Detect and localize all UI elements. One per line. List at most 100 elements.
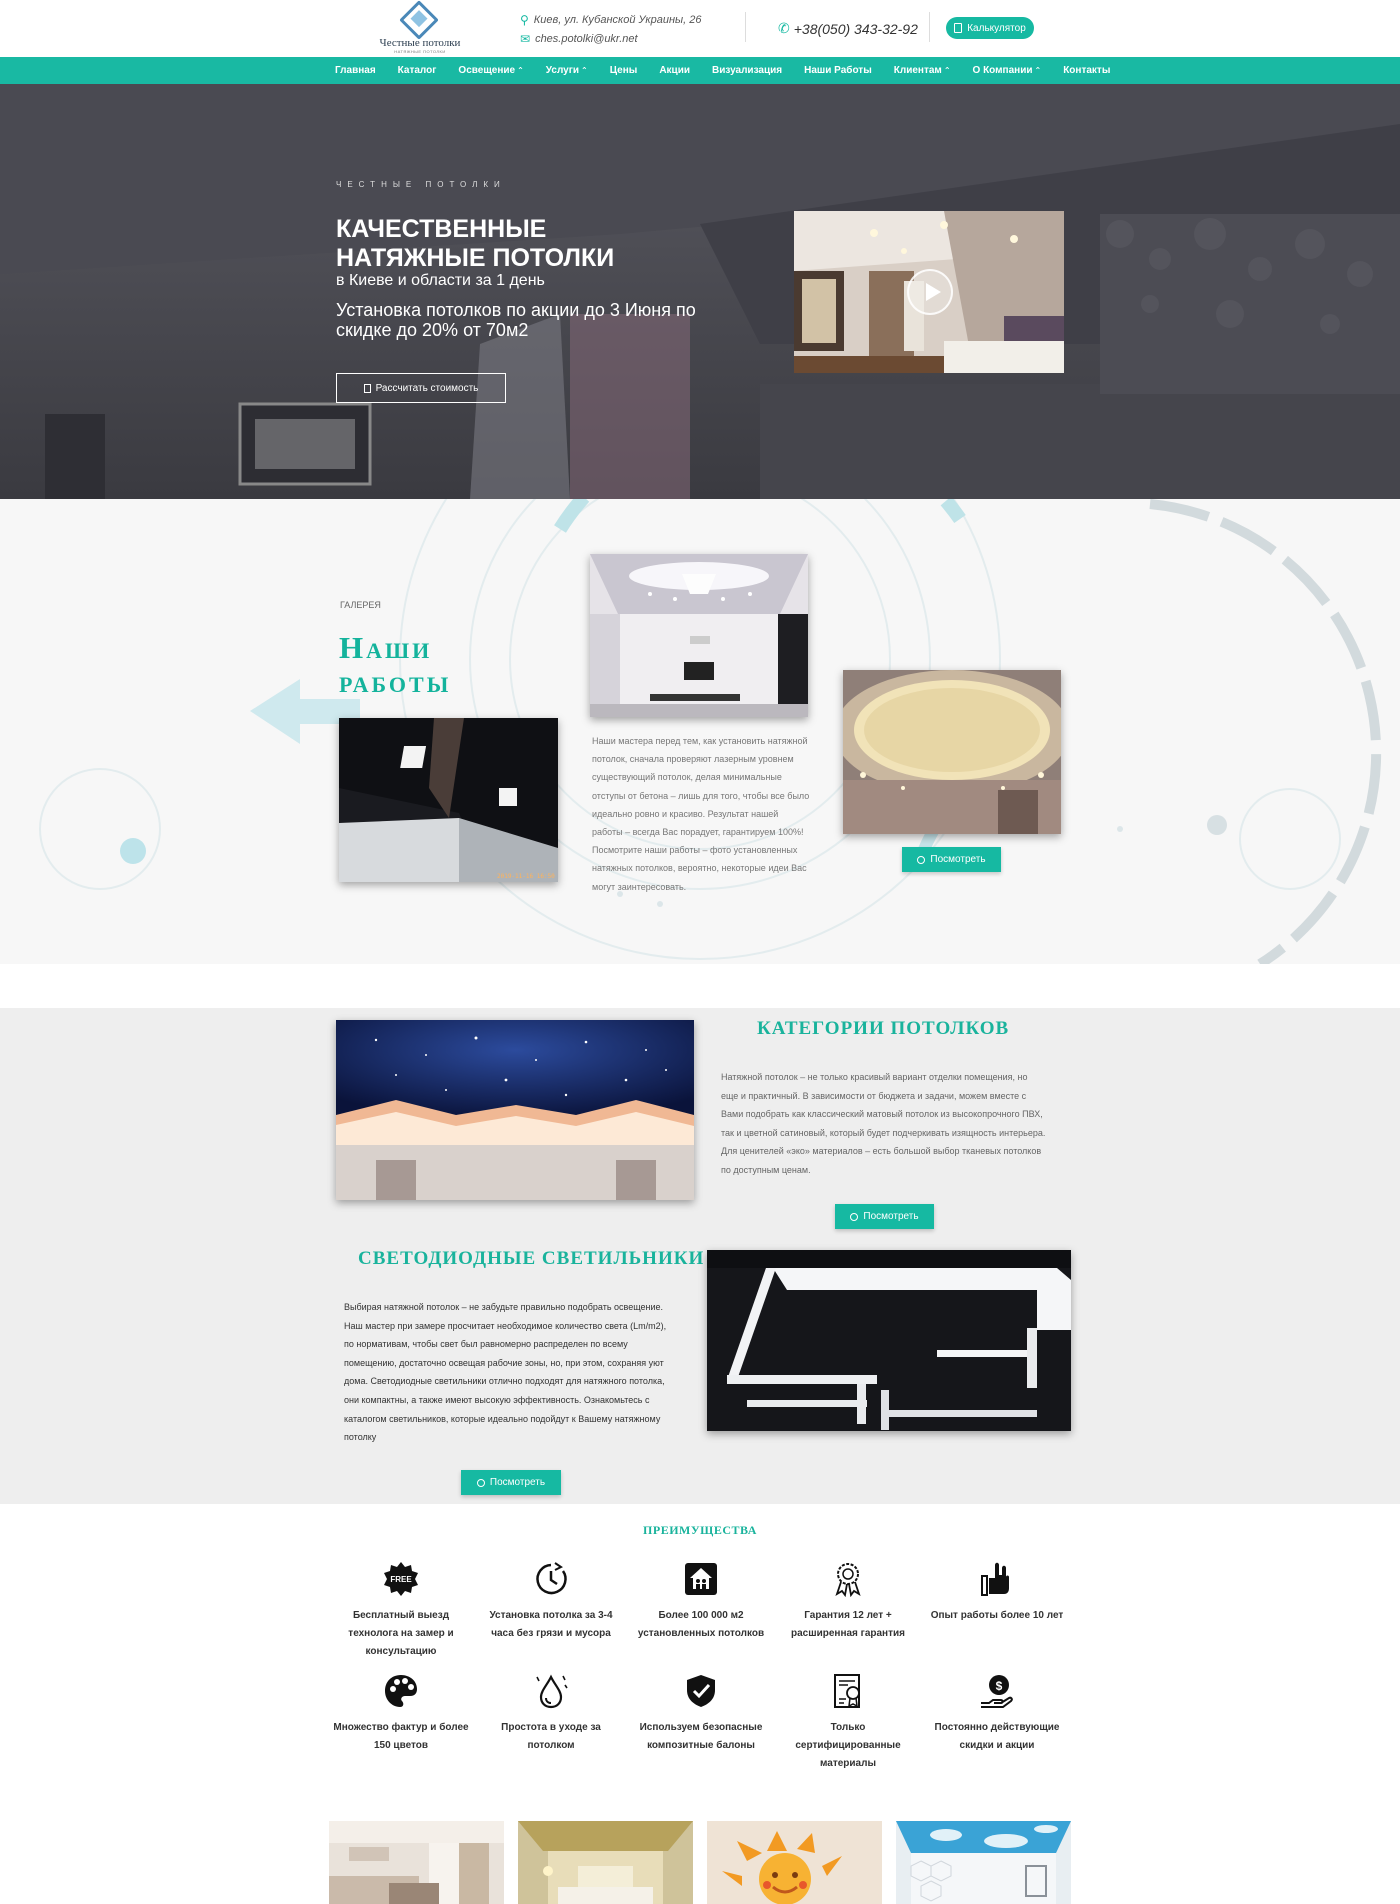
nav-item[interactable]: О Компании ⌃: [973, 65, 1042, 76]
nav-item-label: Визуализация: [712, 65, 783, 76]
gallery-photo-image: [843, 670, 1061, 834]
hero-section: ЧЕСТНЫЕ ПОТОЛКИ КАЧЕСТВЕННЫЕ НАТЯЖНЫЕ ПО…: [0, 84, 1400, 499]
advantage-item: Установка потолка за 3-4 часа без грязи …: [481, 1561, 621, 1643]
photo-timestamp: 2019-11-16 16:50: [497, 873, 555, 880]
hero-title: КАЧЕСТВЕННЫЕ НАТЯЖНЫЕ ПОТОЛКИ: [336, 215, 756, 273]
catalog-thumbnail-image: [896, 1821, 1071, 1904]
catalog-thumbnail[interactable]: [518, 1821, 693, 1904]
categories-view-button-label: Посмотреть: [863, 1211, 919, 1222]
email-text[interactable]: ches.potolki@ukr.net: [535, 33, 637, 45]
gallery-section: ГАЛЕРЕЯ Наши работы 2019-11-16 16:50 Наш…: [0, 499, 1400, 964]
catalog-thumbnail[interactable]: [896, 1821, 1071, 1904]
clock-icon: [481, 1561, 621, 1597]
free-badge-icon: FREE: [331, 1561, 471, 1597]
circle-icon: [476, 1478, 485, 1487]
led-photo-image: [707, 1250, 1071, 1431]
nav-item[interactable]: Акции: [659, 65, 690, 76]
calculator-button[interactable]: Калькулятор: [946, 17, 1034, 39]
nav-item[interactable]: Услуги ⌃: [546, 65, 588, 76]
phone-link[interactable]: ✆ +38(050) 343-32-92: [778, 20, 918, 37]
nav-item-label: Клиентам: [893, 65, 942, 76]
nav-item[interactable]: Визуализация: [712, 65, 782, 76]
nav-item[interactable]: Освещение ⌃: [458, 65, 523, 76]
catalog-thumbnail[interactable]: [329, 1821, 504, 1904]
shield-icon: [631, 1673, 771, 1709]
certificate-icon: [778, 1673, 918, 1709]
advantage-item: Множество фактур и более 150 цветов: [331, 1673, 471, 1755]
advantage-label: Простота в уходе за потолком: [501, 1722, 601, 1751]
calculator-button-label: Калькулятор: [967, 22, 1026, 34]
hero-kicker: ЧЕСТНЫЕ ПОТОЛКИ: [336, 180, 506, 189]
nav-item[interactable]: Клиентам ⌃: [894, 65, 951, 76]
nav-item-label: Наши Работы: [804, 65, 872, 76]
calculator-icon: [363, 383, 371, 393]
chevron-icon: ⌃: [581, 66, 588, 75]
advantage-item: Гарантия 12 лет + расширенная гарантия: [778, 1561, 918, 1643]
gallery-photo[interactable]: 2019-11-16 16:50: [339, 718, 558, 882]
catalog-thumbnail[interactable]: [707, 1821, 882, 1904]
gallery-text: Наши мастера перед тем, как установить н…: [592, 736, 810, 892]
award-icon: [778, 1561, 918, 1597]
advantage-item: Опыт работы более 10 лет: [927, 1561, 1067, 1625]
email-line[interactable]: ✉ ches.potolki@ukr.net: [520, 32, 638, 46]
nav-item-label: Контакты: [1063, 65, 1111, 76]
gallery-view-button[interactable]: Посмотреть: [902, 847, 1001, 872]
chevron-icon: ⌃: [517, 66, 524, 75]
advantage-label: Используем безопасные композитные балоны: [639, 1722, 763, 1751]
hero-promo: Установка потолков по акции до 3 Июня по…: [336, 300, 696, 340]
nav-item[interactable]: Главная: [335, 65, 376, 76]
chevron-icon: ⌃: [943, 66, 951, 75]
play-icon[interactable]: [907, 269, 953, 315]
phone-text[interactable]: +38(050) 343-32-92: [794, 21, 918, 37]
catalog-thumbnail-image: [707, 1821, 882, 1904]
nav-item-label: Главная: [335, 65, 376, 76]
calculate-cost-button[interactable]: Рассчитать стоимость: [336, 373, 506, 403]
gallery-title: Наши работы: [339, 631, 451, 699]
gallery-photo-image: 2019-11-16 16:50: [339, 718, 558, 882]
advantage-item: $ Постоянно действующие скидки и акции: [927, 1673, 1067, 1755]
header-divider: [929, 12, 930, 42]
address-line: ⚲ Киев, ул. Кубанской Украины, 26: [520, 13, 701, 27]
nav-item-label: О Компании: [972, 65, 1033, 76]
gallery-title-line: работы: [339, 664, 452, 699]
advantage-item: Более 100 000 м2 установленных потолков: [631, 1561, 771, 1643]
address-text: Киев, ул. Кубанской Украины, 26: [533, 14, 702, 26]
gallery-photo[interactable]: [843, 670, 1061, 834]
site-logo[interactable]: Честные потолки НАТЯЖНЫЕ ПОТОЛКИ: [370, 0, 470, 54]
hero-city: в Киеве и области за 1 день: [336, 272, 545, 289]
envelope-icon: ✉: [520, 32, 531, 46]
hero-video-player[interactable]: [794, 211, 1064, 373]
categories-view-button[interactable]: Посмотреть: [835, 1204, 934, 1229]
nav-item[interactable]: Каталог: [398, 65, 437, 76]
advantage-label: Гарантия 12 лет + расширенная гарантия: [791, 1610, 905, 1639]
led-photo[interactable]: [707, 1250, 1071, 1431]
logo-name: Честные потолки: [379, 37, 461, 49]
free-badge-text: FREE: [390, 1575, 412, 1584]
hero-background-image: [0, 84, 1400, 499]
led-view-button-label: Посмотреть: [489, 1477, 546, 1488]
nav-item-label: Акции: [659, 65, 690, 76]
advantage-item: FREE Бесплатный выезд технолога на замер …: [331, 1561, 471, 1661]
category-photo[interactable]: [336, 1020, 694, 1200]
hero-title-line: НАТЯЖНЫЕ ПОТОЛКИ: [336, 244, 615, 272]
advantage-label: Установка потолка за 3-4 часа без грязи …: [489, 1610, 613, 1639]
nav-item[interactable]: Цены: [610, 65, 638, 76]
gallery-photo-image: [590, 554, 808, 717]
nav-item-label: Цены: [609, 65, 638, 76]
gallery-photo[interactable]: [590, 554, 808, 717]
categories-text: Натяжной потолок – не только красивый ва…: [721, 1072, 1046, 1175]
hero-title-line: КАЧЕСТВЕННЫЕ: [336, 215, 547, 243]
phone-icon: ✆: [778, 20, 790, 36]
led-view-button[interactable]: Посмотреть: [461, 1470, 561, 1495]
nav-item[interactable]: Контакты: [1063, 65, 1110, 76]
advantage-item: Простота в уходе за потолком: [481, 1673, 621, 1755]
nav-item[interactable]: Наши Работы: [804, 65, 872, 76]
led-text: Выбирая натяжной потолок – не забудьте п…: [344, 1302, 667, 1443]
advantage-item: Только сертифицированные материалы: [778, 1673, 918, 1773]
advantage-label: Более 100 000 м2 установленных потолков: [637, 1610, 765, 1639]
main-nav: Главная Каталог Освещение ⌃ Услуги ⌃ Цены Акции…: [0, 57, 1400, 84]
led-title: СВЕТОДИОДНЫЕ СВЕТИЛЬНИКИ: [358, 1248, 705, 1269]
advantages-title: ПРЕИМУЩЕСТВА: [643, 1523, 757, 1537]
calculator-icon: [954, 23, 963, 33]
calculate-cost-label: Рассчитать стоимость: [375, 382, 479, 394]
